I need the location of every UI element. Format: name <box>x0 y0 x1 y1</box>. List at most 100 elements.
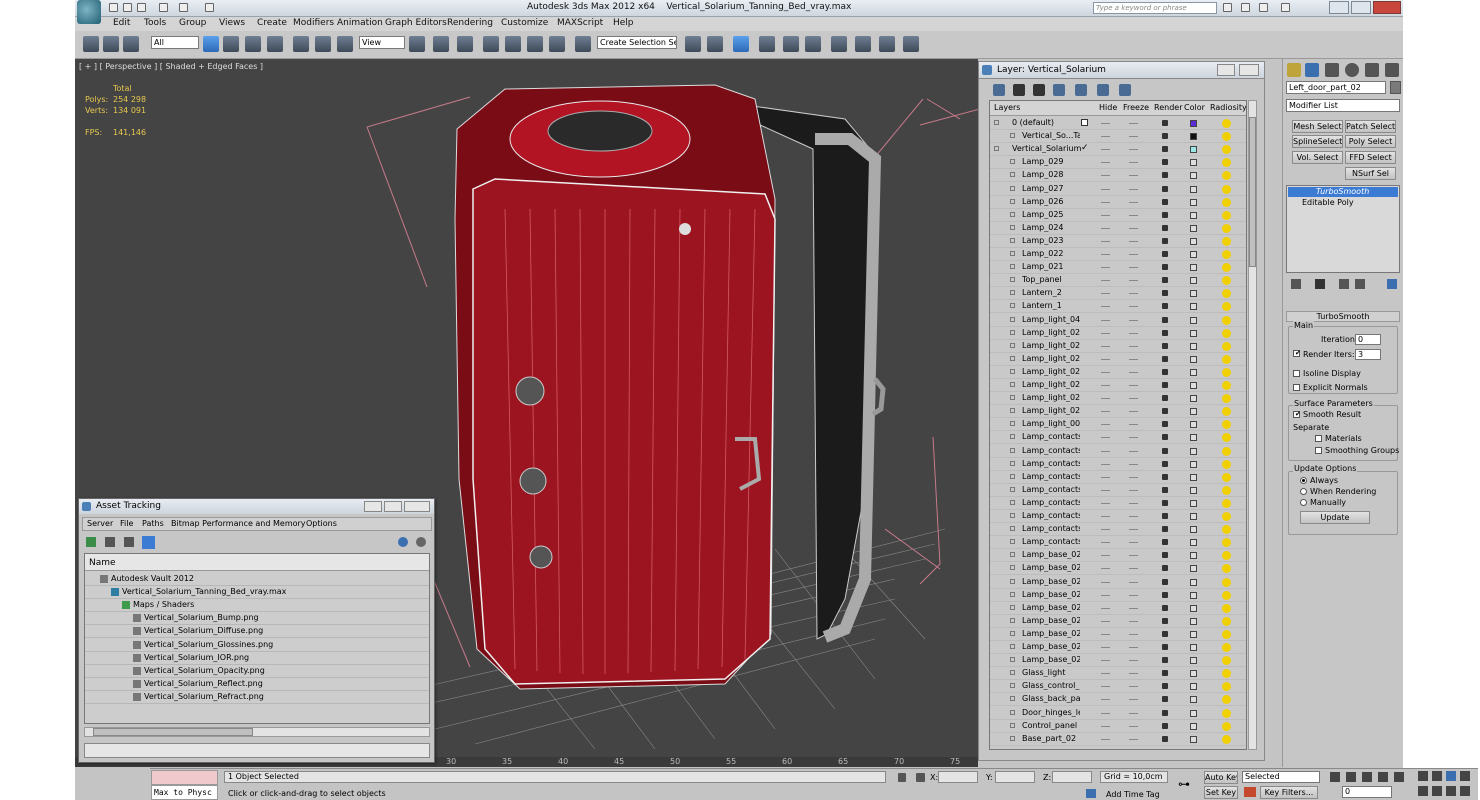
open-icon[interactable] <box>123 3 132 12</box>
hide-toggle[interactable] <box>1101 188 1110 190</box>
layer-color-swatch[interactable] <box>1190 499 1197 507</box>
menu-rendering[interactable]: Rendering <box>447 18 493 28</box>
layer-row[interactable]: Lamp_contacts_( <box>990 523 1246 537</box>
freeze-toggle[interactable] <box>1129 371 1138 373</box>
radiosity-icon[interactable] <box>1222 315 1231 325</box>
hide-toggle[interactable] <box>1101 476 1110 478</box>
maxscript-listener-pink[interactable] <box>151 770 218 785</box>
layer-row[interactable]: Lamp_contacts_( <box>990 497 1246 510</box>
layer-row[interactable]: Lamp_light_024 <box>990 379 1246 392</box>
radiosity-icon[interactable] <box>1222 446 1231 456</box>
freeze-toggle[interactable] <box>1129 123 1138 124</box>
asset-menu-file[interactable]: File <box>120 519 133 528</box>
asset-menu-bitmap[interactable]: Bitmap Performance and Memory <box>171 519 306 528</box>
layer-row[interactable]: Lamp_contacts_( <box>990 471 1246 484</box>
layer-expand-icon[interactable] <box>1010 735 1015 741</box>
hide-toggle[interactable] <box>1101 529 1110 531</box>
radiosity-icon[interactable] <box>1222 302 1231 312</box>
hide-toggle[interactable] <box>1101 267 1110 269</box>
communication-center-icon[interactable] <box>1241 3 1250 12</box>
freeze-toggle[interactable] <box>1129 332 1138 334</box>
layer-scroll-thumb[interactable] <box>1249 117 1256 267</box>
isoline-checkbox[interactable] <box>1293 370 1300 377</box>
freeze-toggle[interactable] <box>1129 516 1138 517</box>
make-unique-icon[interactable] <box>1339 279 1349 289</box>
hide-toggle[interactable] <box>1101 149 1110 151</box>
show-end-result-icon[interactable] <box>1315 279 1325 289</box>
stack-item-turbosmooth[interactable]: TurboSmooth <box>1288 187 1398 197</box>
undo-icon[interactable] <box>159 3 168 12</box>
key-filter-icon[interactable] <box>1244 787 1256 797</box>
binoculars-icon[interactable] <box>1223 3 1232 12</box>
explicit-normals-checkbox[interactable] <box>1293 384 1300 391</box>
layer-expand-icon[interactable] <box>1010 185 1015 191</box>
asset-hscrollbar[interactable] <box>84 727 430 737</box>
radiosity-icon[interactable] <box>1222 603 1231 613</box>
hide-toggle[interactable] <box>1101 371 1110 373</box>
layer-color-swatch[interactable] <box>1190 578 1197 586</box>
layer-row[interactable]: Lamp_base_021 <box>990 654 1246 668</box>
render-setup-icon[interactable] <box>855 36 871 52</box>
render-toggle-icon[interactable] <box>1162 683 1168 690</box>
layer-row[interactable]: Lamp_022 <box>990 248 1246 261</box>
layer-expand-icon[interactable] <box>1010 552 1015 558</box>
radiosity-icon[interactable] <box>1222 695 1231 705</box>
radiosity-icon[interactable] <box>1222 512 1231 521</box>
layer-expand-icon[interactable] <box>1010 224 1015 230</box>
radiosity-icon[interactable] <box>1222 354 1231 364</box>
render-toggle-icon[interactable] <box>1162 735 1168 742</box>
hide-toggle[interactable] <box>1101 175 1110 177</box>
freeze-toggle[interactable] <box>1129 489 1138 491</box>
freeze-toggle[interactable] <box>1129 306 1138 308</box>
layer-expand-icon[interactable] <box>1010 159 1015 165</box>
radiosity-icon[interactable] <box>1222 328 1231 338</box>
help-icon[interactable] <box>1281 3 1290 12</box>
modifier-list-dropdown[interactable]: Modifier List <box>1286 99 1400 112</box>
hide-toggle[interactable] <box>1101 463 1110 465</box>
layer-expand-icon[interactable] <box>1010 683 1015 689</box>
layer-row[interactable]: Lamp_base_025 <box>990 602 1246 615</box>
radiosity-icon[interactable] <box>1222 629 1231 639</box>
freeze-toggle[interactable] <box>1129 699 1138 701</box>
freeze-toggle[interactable] <box>1129 188 1138 190</box>
layer-expand-icon[interactable] <box>1010 368 1015 374</box>
orbit-icon[interactable] <box>1446 786 1456 796</box>
layer-row[interactable]: Lamp_light_025 <box>990 366 1246 379</box>
layer-color-swatch[interactable] <box>1190 473 1197 481</box>
hide-toggle[interactable] <box>1101 280 1110 282</box>
asset-settings-icon[interactable] <box>416 537 426 547</box>
layer-expand-icon[interactable] <box>1010 264 1015 270</box>
render-toggle-icon[interactable] <box>1162 395 1168 402</box>
vol-select-button[interactable]: Vol. Select <box>1292 151 1343 164</box>
layer-color-swatch[interactable] <box>1190 355 1197 363</box>
asset-help-icon[interactable] <box>398 537 408 547</box>
render-toggle-icon[interactable] <box>1162 421 1168 428</box>
freeze-toggle[interactable] <box>1129 162 1138 164</box>
layer-color-swatch[interactable] <box>1190 237 1197 245</box>
selection-filter-dropdown[interactable]: All <box>151 36 199 49</box>
menu-animation[interactable]: Animation <box>337 18 383 28</box>
layer-expand-icon[interactable] <box>1010 172 1015 178</box>
radiosity-icon[interactable] <box>1222 250 1231 259</box>
hide-toggle[interactable] <box>1101 660 1110 662</box>
set-key-button[interactable]: Set Key <box>1204 786 1238 799</box>
layer-row[interactable]: Lamp_023 <box>990 235 1246 248</box>
render-toggle-icon[interactable] <box>1162 513 1168 519</box>
render-toggle-icon[interactable] <box>1162 630 1168 637</box>
render-toggle-icon[interactable] <box>1162 722 1168 729</box>
hide-toggle[interactable] <box>1101 424 1110 426</box>
schematic-view-icon[interactable] <box>805 36 821 52</box>
layer-row[interactable]: Lamp_light_049 <box>990 314 1246 327</box>
render-toggle-icon[interactable] <box>1162 460 1168 467</box>
layer-row[interactable]: Top_panel <box>990 274 1246 288</box>
radiosity-icon[interactable] <box>1222 132 1231 142</box>
freeze-toggle[interactable] <box>1129 437 1138 439</box>
layer-color-swatch[interactable] <box>1190 368 1197 376</box>
render-toggle-icon[interactable] <box>1162 499 1168 506</box>
render-toggle-icon[interactable] <box>1162 172 1168 179</box>
asset-row[interactable]: Maps / Shaders <box>85 599 429 613</box>
freeze-toggle[interactable] <box>1129 581 1138 583</box>
col-layers[interactable]: Layers <box>994 103 1020 112</box>
asset-menu-server[interactable]: Server <box>87 519 113 528</box>
layer-expand-icon[interactable] <box>1010 316 1015 322</box>
